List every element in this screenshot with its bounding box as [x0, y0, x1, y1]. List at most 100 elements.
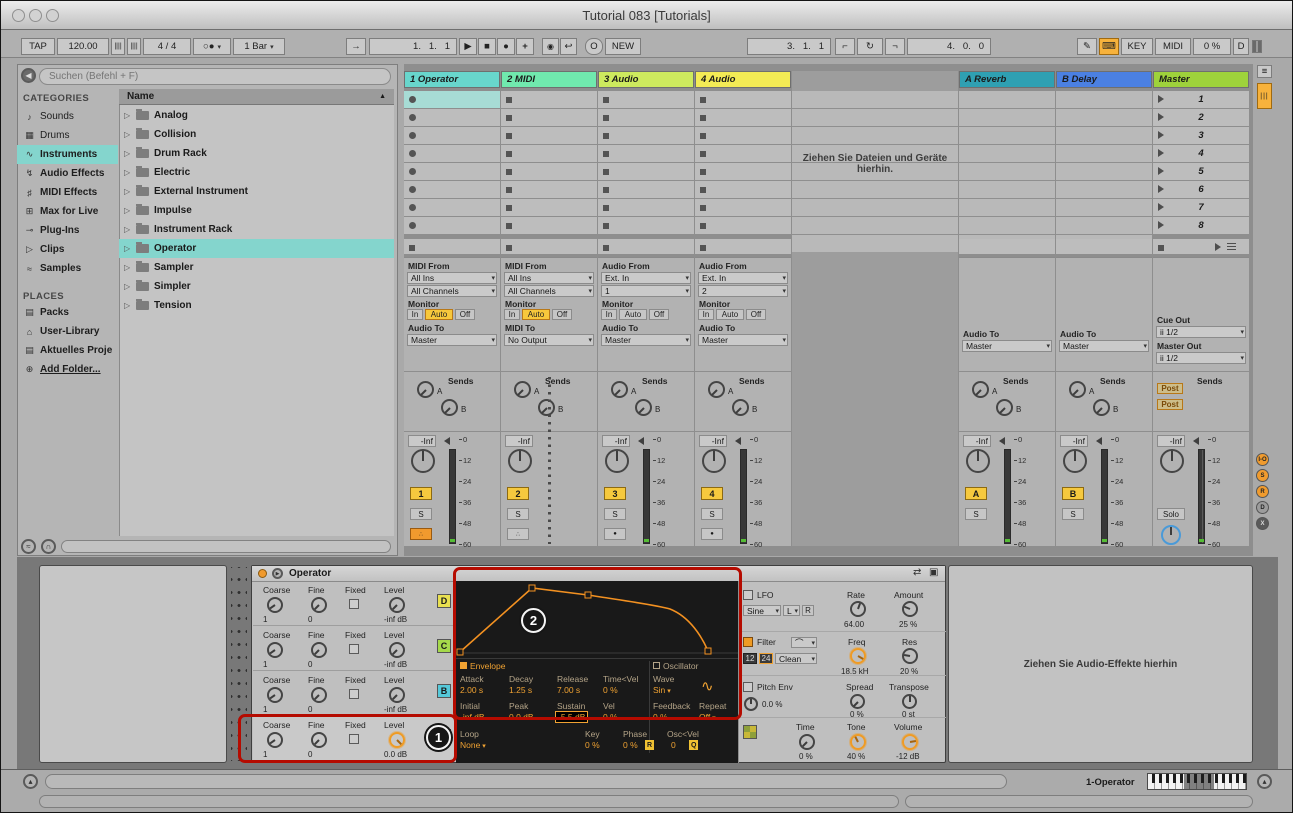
stop-all-clips-button[interactable] — [1153, 239, 1249, 254]
sidebar-item-midi-effects[interactable]: ♯MIDI Effects — [17, 183, 118, 202]
send-a-knob[interactable] — [611, 381, 628, 398]
list-item[interactable]: ▷Analog — [119, 106, 394, 125]
monitor-auto-button[interactable]: Auto — [425, 309, 453, 320]
input-type-dropdown[interactable]: All Ins — [407, 272, 497, 284]
device-chain-keyboard[interactable] — [1147, 773, 1247, 790]
clip-stop-button[interactable] — [404, 239, 500, 254]
solo-button[interactable]: S — [507, 508, 529, 520]
solo-button[interactable]: S — [965, 508, 987, 520]
scene-slot[interactable]: 7 — [1153, 199, 1249, 216]
expand-tracks-icon[interactable]: ||| — [1257, 83, 1272, 109]
disclosure-icon[interactable]: ▷ — [124, 225, 136, 234]
filter-shape-dropdown[interactable]: ⌒ — [791, 637, 817, 648]
arm-button[interactable]: ∴ — [410, 528, 432, 540]
list-item[interactable]: ▷Sampler — [119, 258, 394, 277]
sidebar-item-max-for-live[interactable]: ⊞Max for Live — [17, 202, 118, 221]
pitch-env-checkbox[interactable] — [743, 682, 753, 692]
sidebar-item-add-folder[interactable]: ⊕Add Folder... — [17, 360, 118, 379]
send-b-pre-post-toggle[interactable]: Post — [1157, 399, 1183, 410]
monitor-off-button[interactable]: Off — [746, 309, 766, 320]
clip-slot[interactable] — [598, 127, 694, 144]
device-activator-led[interactable] — [258, 569, 267, 578]
send-a-knob[interactable] — [417, 381, 434, 398]
scene-slot[interactable]: 2 — [1153, 109, 1249, 126]
pan-knob[interactable] — [702, 449, 726, 473]
filter-circuit-dropdown[interactable]: Clean — [775, 653, 817, 664]
show-crossfader-toggle[interactable]: X — [1256, 517, 1269, 530]
track-activator[interactable]: B — [1062, 487, 1084, 500]
filter-checkbox[interactable] — [743, 637, 753, 647]
tone-knob[interactable] — [850, 734, 866, 750]
clip-slot[interactable] — [404, 145, 500, 162]
disclosure-icon[interactable]: ▷ — [124, 130, 136, 139]
sidebar-item-packs[interactable]: ▤Packs — [17, 303, 118, 322]
clip-slot[interactable] — [598, 163, 694, 180]
clip-slot[interactable] — [598, 217, 694, 234]
disclosure-icon[interactable]: ▷ — [124, 301, 136, 310]
info-view-toggle-icon[interactable]: ▴ — [23, 774, 38, 789]
track-header[interactable]: 2 MIDI — [501, 71, 597, 88]
lfo-amount-knob[interactable] — [902, 601, 918, 617]
clip-slot[interactable] — [695, 91, 791, 108]
clip-slot[interactable] — [404, 163, 500, 180]
clip-slot[interactable] — [695, 217, 791, 234]
solo-button[interactable]: S — [410, 508, 432, 520]
algorithm-grid-icon[interactable] — [743, 725, 757, 739]
monitor-auto-button[interactable]: Auto — [522, 309, 550, 320]
solo-button[interactable]: S — [1062, 508, 1084, 520]
send-b-knob[interactable] — [635, 399, 652, 416]
clip-slot[interactable] — [695, 163, 791, 180]
volume-field[interactable]: -Inf — [602, 435, 630, 447]
loop-mode-dropdown[interactable]: None — [460, 740, 486, 750]
sidebar-item-instruments[interactable]: ∿Instruments — [17, 145, 118, 164]
nudge-up-button[interactable]: |||| — [127, 38, 141, 55]
time-knob[interactable] — [799, 734, 815, 750]
midi-map-button[interactable]: MIDI — [1155, 38, 1191, 55]
sidebar-item-drums[interactable]: ▦Drums — [17, 126, 118, 145]
monitor-auto-button[interactable]: Auto — [619, 309, 647, 320]
disclosure-icon[interactable]: ▷ — [124, 263, 136, 272]
monitor-in-button[interactable]: In — [407, 309, 423, 320]
monitor-off-button[interactable]: Off — [649, 309, 669, 320]
track-activator[interactable]: 3 — [604, 487, 626, 500]
volume-field[interactable]: -Inf — [699, 435, 727, 447]
osc-d-button[interactable]: D — [437, 594, 451, 608]
volume-field[interactable]: -Inf — [963, 435, 991, 447]
send-b-knob[interactable] — [538, 399, 555, 416]
metronome-button[interactable]: ○● — [193, 38, 231, 55]
hot-swap-icon[interactable]: ⇄ — [913, 567, 921, 578]
spread-knob[interactable] — [850, 694, 865, 709]
show-track-delay-toggle[interactable]: D — [1256, 501, 1269, 514]
preview-toggle-icon[interactable]: ≈ — [21, 539, 36, 554]
track-activator[interactable]: 1 — [410, 487, 432, 500]
list-item[interactable]: ▷External Instrument — [119, 182, 394, 201]
list-item[interactable]: ▷Simpler — [119, 277, 394, 296]
output-type-dropdown[interactable]: Master — [962, 340, 1052, 352]
clip-stop-button[interactable] — [501, 239, 597, 254]
arm-button[interactable]: ● — [604, 528, 626, 540]
fixed-checkbox[interactable] — [349, 689, 359, 699]
draw-mode-button[interactable]: ✎ — [1077, 38, 1097, 55]
disclosure-icon[interactable]: ▷ — [124, 168, 136, 177]
clip-slot[interactable] — [501, 199, 597, 216]
send-b-knob[interactable] — [441, 399, 458, 416]
monitor-in-button[interactable]: In — [698, 309, 714, 320]
lfo-rate-knob[interactable] — [850, 601, 866, 617]
device-fold-icon[interactable]: ▶ — [272, 568, 283, 579]
scene-menu-icon[interactable]: ≡ — [1257, 65, 1272, 78]
pan-knob[interactable] — [1160, 449, 1184, 473]
track-header[interactable]: Master — [1153, 71, 1249, 88]
track-header[interactable]: A Reverb — [959, 71, 1055, 88]
list-item[interactable]: ▷Instrument Rack — [119, 220, 394, 239]
monitor-auto-button[interactable]: Auto — [716, 309, 744, 320]
clip-slot[interactable] — [501, 181, 597, 198]
input-channel-dropdown[interactable]: 1 — [601, 285, 691, 297]
arm-button[interactable]: ● — [701, 528, 723, 540]
device-volume-knob[interactable] — [902, 734, 918, 750]
follow-button[interactable]: → — [346, 38, 366, 55]
send-a-knob[interactable] — [972, 381, 989, 398]
fine-knob[interactable] — [311, 642, 327, 658]
disclosure-icon[interactable]: ▷ — [124, 282, 136, 291]
clip-slot[interactable] — [404, 217, 500, 234]
clip-slot[interactable] — [404, 181, 500, 198]
